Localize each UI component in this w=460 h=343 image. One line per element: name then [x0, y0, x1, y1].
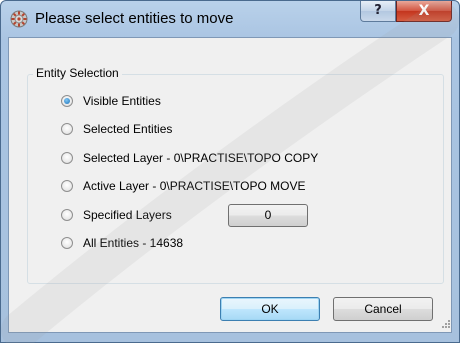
radio-label: Active Layer - 0\PRACTISE\TOPO MOVE [83, 179, 306, 193]
radio-button-checked[interactable] [61, 95, 73, 107]
radio-specified-layers[interactable]: Specified Layers [61, 207, 172, 223]
radio-active-layer[interactable]: Active Layer - 0\PRACTISE\TOPO MOVE [61, 178, 306, 194]
close-button[interactable]: X [396, 1, 452, 22]
help-button[interactable]: ? [360, 1, 396, 22]
radio-label: Visible Entities [83, 94, 161, 108]
title-bar[interactable]: Please select entities to move ? X [1, 1, 459, 37]
radio-button[interactable] [61, 180, 73, 192]
ok-button[interactable]: OK [220, 297, 320, 321]
resize-grip-icon[interactable] [440, 318, 450, 328]
radio-selected-entities[interactable]: Selected Entities [61, 121, 172, 137]
cancel-button[interactable]: Cancel [333, 297, 433, 321]
radio-label: Selected Layer - 0\PRACTISE\TOPO COPY [83, 151, 319, 165]
radio-button[interactable] [61, 123, 73, 135]
radio-label: Selected Entities [83, 122, 173, 136]
radio-selected-layer[interactable]: Selected Layer - 0\PRACTISE\TOPO COPY [61, 150, 318, 166]
radio-label: Specified Layers [83, 208, 172, 222]
radio-button[interactable] [61, 152, 73, 164]
radio-visible-entities[interactable]: Visible Entities [61, 93, 161, 109]
specified-layers-button[interactable]: 0 [228, 204, 308, 227]
radio-label: All Entities - 14638 [83, 236, 184, 250]
radio-button[interactable] [61, 209, 73, 221]
app-gear-icon [10, 10, 28, 28]
radio-all-entities[interactable]: All Entities - 14638 [61, 235, 183, 251]
radio-button[interactable] [61, 237, 73, 249]
dialog-title: Please select entities to move [35, 10, 234, 27]
entity-selection-legend: Entity Selection [33, 66, 122, 80]
